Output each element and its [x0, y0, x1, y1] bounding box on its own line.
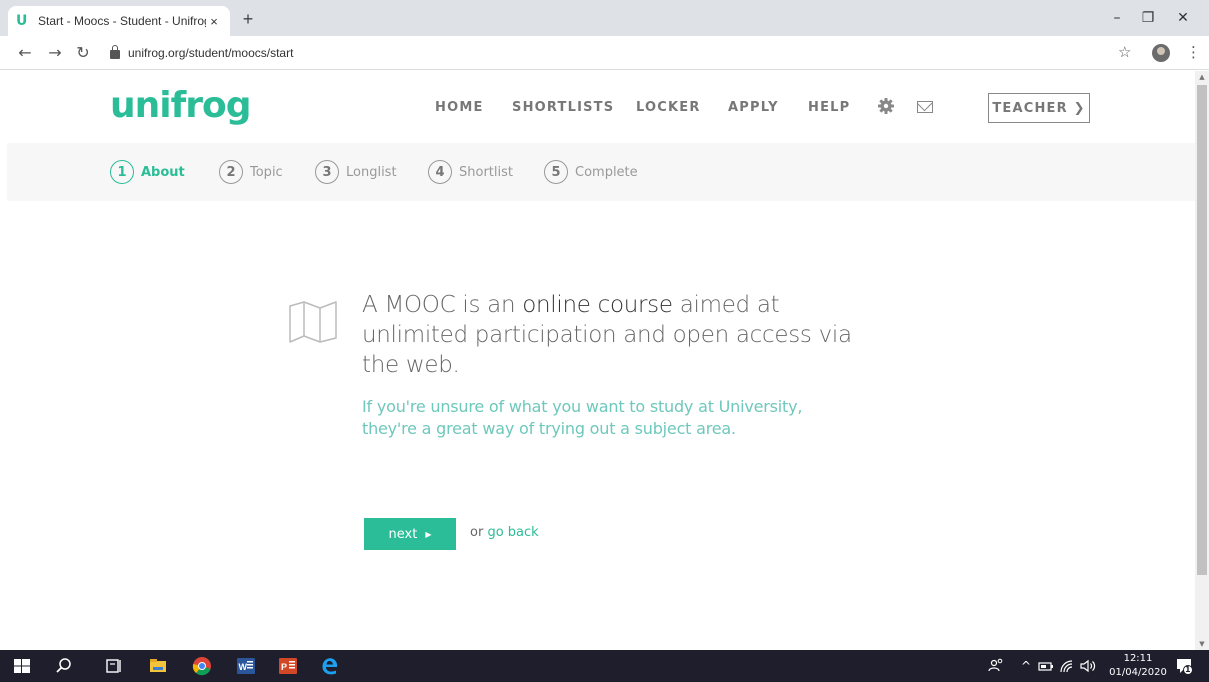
step-number: 3 [315, 160, 339, 184]
edge-icon[interactable] [320, 656, 340, 676]
step-label: Topic [250, 164, 283, 180]
clock-time[interactable]: 12:11 [1118, 653, 1158, 664]
notification-count: 1 [1185, 665, 1191, 674]
browser-tab-bar: U Start - Moocs - Student - Unifrog × + … [0, 0, 1209, 36]
headline-emphasis: online course [522, 292, 673, 318]
nav-apply[interactable]: APPLY [728, 100, 779, 115]
windows-start-icon[interactable] [12, 656, 32, 676]
step-label: Complete [575, 164, 638, 180]
next-label: next [388, 526, 418, 542]
mooc-subtext: If you're unsure of what you want to stu… [362, 397, 803, 438]
powerpoint-icon[interactable]: P [278, 656, 298, 676]
unifrog-logo[interactable]: unifrog [110, 85, 252, 126]
people-icon[interactable] [986, 656, 1006, 676]
browser-tab[interactable]: U Start - Moocs - Student - Unifrog × [8, 6, 230, 36]
headline-text: A MOOC is an [362, 292, 523, 318]
task-view-icon[interactable] [104, 656, 124, 676]
nav-shortlists[interactable]: SHORTLISTS [512, 100, 614, 115]
svg-text:W: W [239, 662, 248, 672]
step-label: About [141, 164, 185, 180]
teacher-button[interactable]: TEACHER ❯ [988, 93, 1090, 123]
word-icon[interactable]: W [236, 656, 256, 676]
mooc-headline: A MOOC is an online course aimed at unli… [362, 290, 862, 380]
settings-gear-icon[interactable] [878, 98, 894, 114]
step-number: 4 [428, 160, 452, 184]
volume-icon[interactable] [1078, 656, 1098, 676]
windows-taskbar: W P ^ 12:11 01/04/2020 1 [0, 650, 1209, 682]
file-explorer-icon[interactable] [148, 656, 168, 676]
messages-envelope-icon[interactable] [917, 101, 933, 113]
step-number: 2 [219, 160, 243, 184]
unifrog-favicon-icon: U [16, 13, 28, 29]
window-close-icon[interactable]: ✕ [1168, 6, 1198, 30]
tab-close-icon[interactable]: × [206, 14, 222, 29]
nav-help[interactable]: HELP [808, 100, 850, 115]
battery-icon[interactable] [1036, 656, 1056, 676]
search-icon[interactable] [54, 656, 74, 676]
restore-icon[interactable]: ❐ [1133, 6, 1163, 30]
lock-icon [110, 45, 120, 59]
nav-home[interactable]: HOME [435, 100, 484, 115]
address-bar[interactable]: unifrog.org/student/moocs/start [104, 41, 1104, 65]
new-tab-button[interactable]: + [236, 8, 260, 32]
tray-chevron-icon[interactable]: ^ [1021, 659, 1031, 673]
chrome-icon[interactable] [192, 656, 212, 676]
notifications-icon[interactable] [1174, 656, 1194, 676]
caret-right-icon: ▶ [425, 529, 432, 539]
step-number: 1 [110, 160, 134, 184]
back-arrow-icon[interactable]: ← [14, 42, 36, 64]
scroll-thumb[interactable] [1197, 85, 1207, 575]
reload-icon[interactable]: ↻ [72, 42, 94, 64]
step-topic[interactable]: 2 Topic [219, 160, 283, 184]
step-longlist[interactable]: 3 Longlist [315, 160, 397, 184]
map-icon [289, 301, 337, 343]
next-button[interactable]: next ▶ [364, 518, 456, 550]
or-label: or [470, 525, 488, 540]
scroll-up-arrow-icon[interactable]: ▲ [1195, 71, 1209, 83]
go-back-line: or go back [470, 525, 539, 540]
url-text: unifrog.org/student/moocs/start [128, 46, 294, 60]
clock-date[interactable]: 01/04/2020 [1108, 667, 1168, 678]
scroll-down-arrow-icon[interactable]: ▼ [1195, 638, 1209, 650]
bookmark-star-icon[interactable]: ☆ [1118, 43, 1131, 61]
minimize-icon[interactable]: – [1102, 6, 1132, 30]
step-about[interactable]: 1 About [110, 160, 185, 184]
forward-arrow-icon[interactable]: → [44, 42, 66, 64]
site-header: unifrog HOME SHORTLISTS LOCKER APPLY HEL… [0, 71, 1195, 143]
step-complete[interactable]: 5 Complete [544, 160, 638, 184]
step-label: Shortlist [459, 164, 513, 180]
nav-locker[interactable]: LOCKER [636, 100, 701, 115]
step-number: 5 [544, 160, 568, 184]
tab-title: Start - Moocs - Student - Unifrog [38, 14, 206, 28]
progress-steps: 1 About 2 Topic 3 Longlist 4 Shortlist 5… [7, 143, 1195, 201]
profile-avatar-icon[interactable] [1152, 44, 1170, 62]
browser-menu-icon[interactable]: ⋮ [1186, 43, 1201, 61]
step-shortlist[interactable]: 4 Shortlist [428, 160, 513, 184]
browser-toolbar: ← → ↻ unifrog.org/student/moocs/start ☆ … [0, 36, 1209, 70]
page-scrollbar[interactable]: ▲ ▼ [1195, 71, 1209, 650]
go-back-link[interactable]: go back [487, 525, 538, 540]
svg-text:P: P [281, 662, 287, 672]
wifi-icon[interactable] [1058, 656, 1078, 676]
step-label: Longlist [346, 164, 397, 180]
